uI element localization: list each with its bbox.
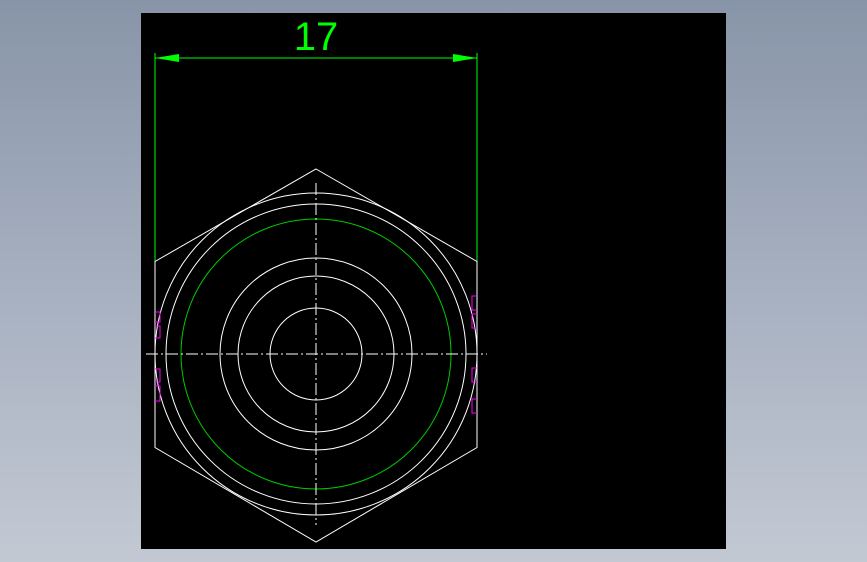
left-mark-4 [155, 385, 161, 402]
right-mark-4 [471, 398, 477, 414]
hex-nut-top-view-drawing: 17 [146, 14, 487, 543]
dimension-arrow-right [453, 54, 477, 62]
cad-drawing-viewport[interactable]: 17 [141, 13, 726, 549]
dimension-arrow-left [155, 54, 179, 62]
center-lines [146, 183, 487, 525]
dimension-text: 17 [294, 15, 339, 59]
right-mark-1 [471, 295, 477, 311]
